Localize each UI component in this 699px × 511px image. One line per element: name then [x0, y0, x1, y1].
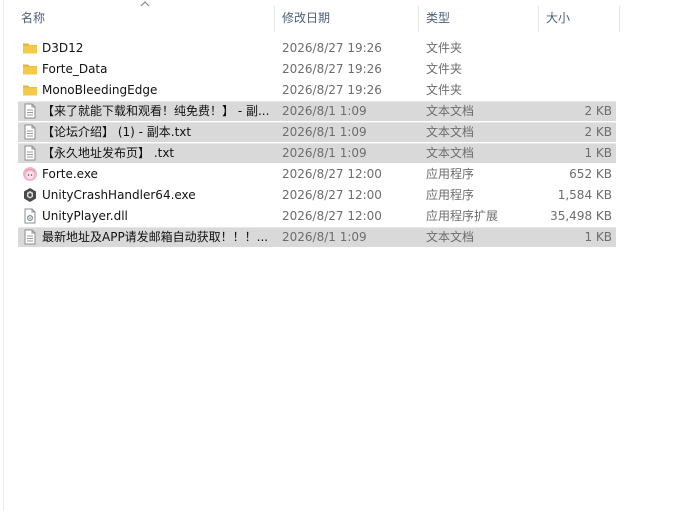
- file-type: 文件夹: [426, 62, 463, 76]
- file-size: 1 KB: [584, 230, 612, 244]
- text-file-icon: [22, 229, 38, 245]
- file-row[interactable]: UnityCrashHandler64.exe 2026/8/27 12:00 应用…: [18, 185, 616, 205]
- file-name: UnityPlayer.dll: [42, 209, 128, 223]
- column-header-size[interactable]: 大小: [546, 6, 570, 30]
- file-modified-date: 2026/8/27 19:26: [282, 83, 382, 97]
- file-name: 【来了就能下载和观看！纯免费！】 - 副...: [42, 104, 270, 118]
- column-header-name[interactable]: 名称: [21, 6, 45, 30]
- file-modified-date: 2026/8/27 19:26: [282, 62, 382, 76]
- file-row[interactable]: 【论坛介绍】 (1) - 副本.txt 2026/8/1 1:09 文本文档 2 KB: [18, 122, 616, 142]
- file-name: 【永久地址发布页】 .txt: [42, 146, 175, 160]
- file-row[interactable]: 【永久地址发布页】 .txt 2026/8/1 1:09 文本文档 1 KB: [18, 143, 616, 163]
- text-file-icon: [22, 103, 38, 119]
- file-name: Forte.exe: [42, 167, 98, 181]
- file-row[interactable]: MonoBleedingEdge 2026/8/27 19:26 文件夹: [18, 80, 616, 100]
- file-size: 35,498 KB: [550, 209, 612, 223]
- folder-icon: [22, 61, 38, 77]
- column-header-date[interactable]: 修改日期: [282, 6, 330, 30]
- file-size: [538, 80, 612, 100]
- file-row[interactable]: Forte.exe 2026/8/27 12:00 应用程序 652 KB: [18, 164, 616, 184]
- text-file-icon: [22, 124, 38, 140]
- file-size: 1,584 KB: [557, 188, 612, 202]
- file-modified-date: 2026/8/27 12:00: [282, 167, 382, 181]
- file-modified-date: 2026/8/1 1:09: [282, 104, 367, 118]
- column-divider[interactable]: [538, 6, 539, 32]
- file-size: 2 KB: [584, 104, 612, 118]
- sort-ascending-icon[interactable]: [139, 0, 151, 8]
- dll-file-icon: [22, 208, 38, 224]
- window-left-border: [3, 0, 4, 511]
- folder-icon: [22, 82, 38, 98]
- column-header-bar: 名称 修改日期 类型 大小: [0, 0, 699, 36]
- file-type: 文本文档: [426, 125, 475, 139]
- file-modified-date: 2026/8/1 1:09: [282, 146, 367, 160]
- file-modified-date: 2026/8/27 12:00: [282, 188, 382, 202]
- file-name: 最新地址及APP请发邮箱自动获取！！！...: [42, 230, 269, 244]
- file-type: 文本文档: [426, 230, 475, 244]
- file-size: 652 KB: [569, 167, 612, 181]
- file-row[interactable]: D3D12 2026/8/27 19:26 文件夹: [18, 38, 616, 58]
- folder-icon: [22, 40, 38, 56]
- file-name: Forte_Data: [42, 62, 108, 76]
- file-modified-date: 2026/8/27 12:00: [282, 209, 382, 223]
- file-name: UnityCrashHandler64.exe: [42, 188, 196, 202]
- file-row[interactable]: Forte_Data 2026/8/27 19:26 文件夹: [18, 59, 616, 79]
- column-divider[interactable]: [418, 6, 419, 32]
- file-type: 应用程序扩展: [426, 209, 499, 223]
- file-type: 文本文档: [426, 146, 475, 160]
- file-modified-date: 2026/8/1 1:09: [282, 125, 367, 139]
- file-modified-date: 2026/8/27 19:26: [282, 41, 382, 55]
- file-type: 文件夹: [426, 83, 463, 97]
- column-divider[interactable]: [274, 6, 275, 32]
- file-row[interactable]: UnityPlayer.dll 2026/8/27 12:00 应用程序扩展 35,4…: [18, 206, 616, 226]
- file-size: [538, 59, 612, 79]
- file-name: MonoBleedingEdge: [42, 83, 158, 97]
- text-file-icon: [22, 145, 38, 161]
- file-type: 文件夹: [426, 41, 463, 55]
- file-type: 应用程序: [426, 167, 475, 181]
- file-size: [538, 38, 612, 58]
- file-type: 应用程序: [426, 188, 475, 202]
- column-divider[interactable]: [619, 6, 620, 32]
- file-row[interactable]: 最新地址及APP请发邮箱自动获取！！！... 2026/8/1 1:09 文本文档 1…: [18, 227, 616, 247]
- unity-icon: [22, 187, 38, 203]
- app-avatar-icon: [22, 166, 38, 182]
- file-name: 【论坛介绍】 (1) - 副本.txt: [42, 125, 192, 139]
- file-type: 文本文档: [426, 104, 475, 118]
- file-modified-date: 2026/8/1 1:09: [282, 230, 367, 244]
- file-name: D3D12: [42, 41, 84, 55]
- file-row[interactable]: 【来了就能下载和观看！纯免费！】 - 副... 2026/8/1 1:09 文本文档…: [18, 101, 616, 121]
- file-size: 1 KB: [584, 146, 612, 160]
- file-size: 2 KB: [584, 125, 612, 139]
- column-header-type[interactable]: 类型: [426, 6, 450, 30]
